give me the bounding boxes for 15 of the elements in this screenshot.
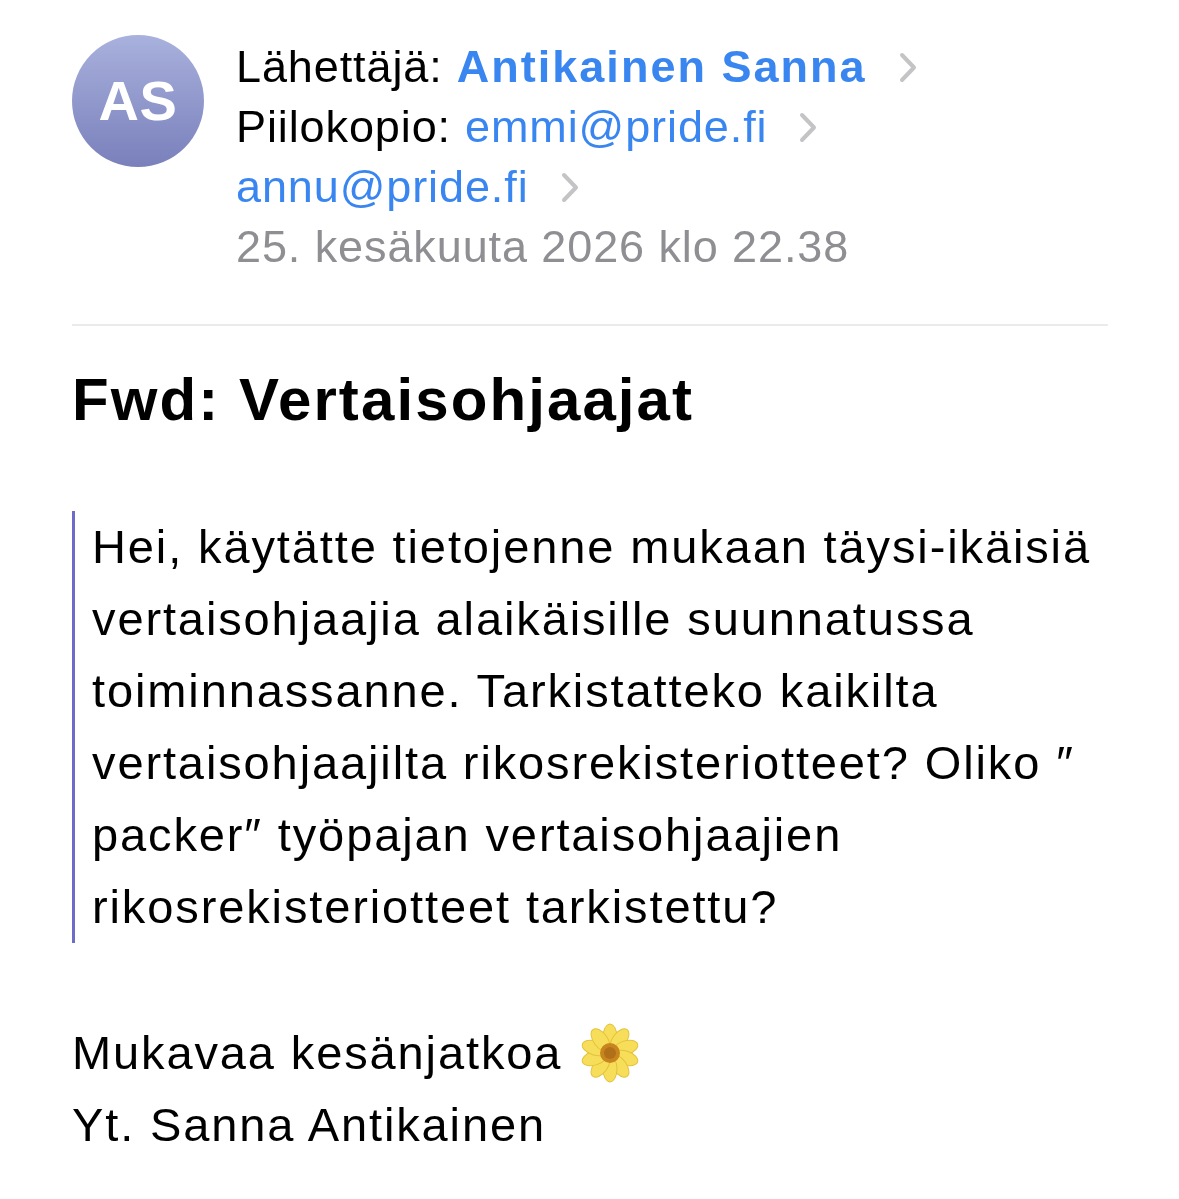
closing-text: Mukavaa kesänjatkoa: [72, 1025, 563, 1081]
bcc-label: Piilokopio:: [236, 100, 451, 154]
quoted-message: Hei, käytätte tietojenne mukaan täysi-ikäisiä vertaisohjaajia alaikäisille suunnatussa toiminnassanne. Tarkistatteko kaikilta vertaisohjaajilta rikosrekisteriotteet? Oliko ″ packer″ työpajan vertaisohjaajien rikosrekisteriotteet tarkistettu?: [92, 519, 1092, 935]
sender-name-link[interactable]: Antikainen Sanna: [456, 37, 867, 97]
avatar-initials: AS: [98, 73, 178, 129]
recipient-email-link[interactable]: emmi@pride.fi: [465, 97, 768, 157]
chevron-right-icon: [799, 111, 818, 143]
flower-icon: [580, 1023, 641, 1083]
sent-date: 25. kesäkuuta 2026 klo 22.38: [236, 220, 851, 274]
chevron-right-icon: [560, 171, 579, 203]
recipient-email-link[interactable]: annu@pride.fi: [236, 157, 529, 217]
email-subject: Fwd: Vertaisohjaajat: [72, 365, 696, 435]
chevron-right-icon: [898, 51, 917, 83]
signature-text: Yt. Sanna Antikainen: [72, 1097, 547, 1153]
sender-label: Lähettäjä:: [236, 40, 443, 94]
